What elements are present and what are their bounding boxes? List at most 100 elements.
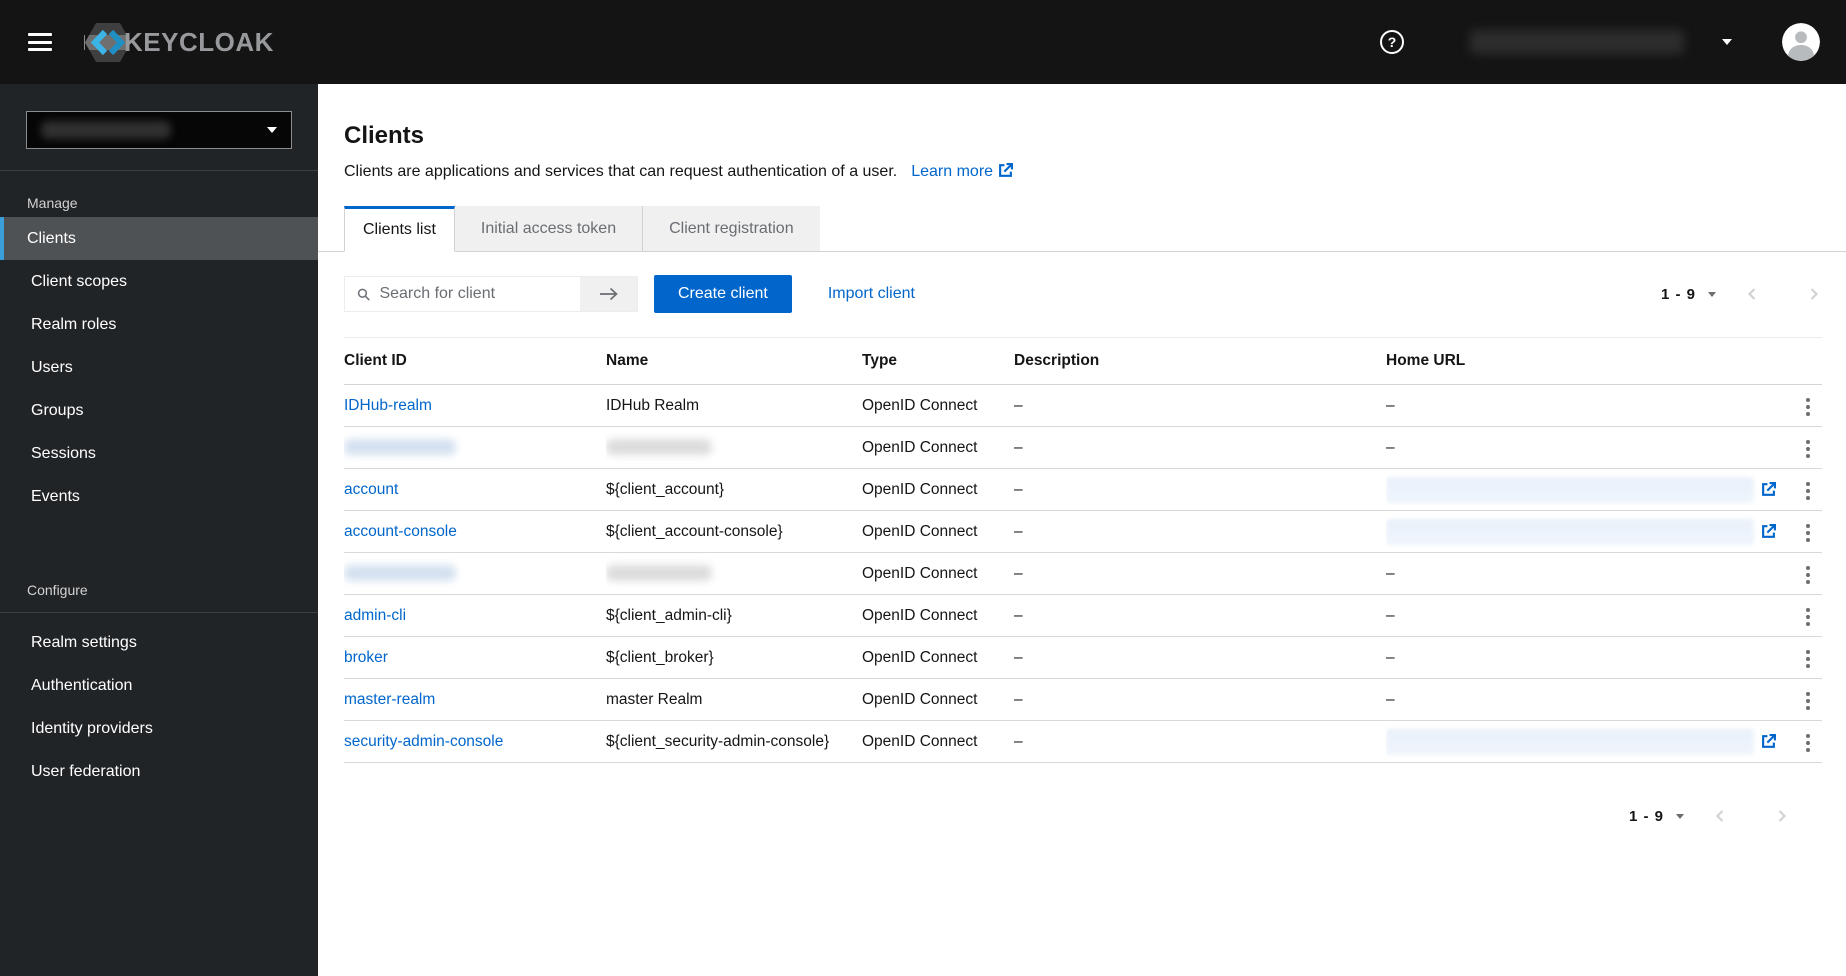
nav-section-label: Configure: [0, 568, 318, 613]
cell-actions: [1786, 384, 1822, 427]
sidebar-item-user-federation[interactable]: User federation: [0, 750, 318, 793]
sidebar-item-sessions[interactable]: Sessions: [0, 432, 318, 475]
row-kebab-menu-button[interactable]: [1804, 392, 1812, 422]
external-link-icon: [1762, 734, 1776, 748]
redacted-client-id-link[interactable]: [344, 439, 456, 456]
cell-name: ${client_account}: [606, 468, 862, 511]
cell-name: [606, 426, 862, 469]
client-id-link[interactable]: master-realm: [344, 691, 435, 708]
pagination-range-toggle[interactable]: 1 - 9: [1661, 286, 1716, 303]
hamburger-menu-icon[interactable]: [28, 33, 52, 51]
search-submit-button[interactable]: [580, 277, 637, 311]
redacted-client-id-link[interactable]: [344, 565, 456, 582]
cell-name: ${client_security-admin-console}: [606, 720, 862, 763]
cell-name: master Realm: [606, 678, 862, 721]
table-row: OpenID Connect – –: [344, 426, 1822, 469]
sidebar-item-events[interactable]: Events: [0, 475, 318, 518]
arrow-right-icon: [599, 287, 618, 301]
realm-selector-dropdown[interactable]: [26, 111, 292, 149]
keycloak-admin-console: KEYCLOAK ? Manage Clients Client scopes Rea…: [0, 0, 1846, 976]
caret-down-icon: [1676, 813, 1684, 819]
pagination-next-button[interactable]: [1806, 285, 1822, 303]
cell-home-url: –: [1386, 384, 1786, 427]
cell-name: [606, 552, 862, 595]
client-id-link[interactable]: account-console: [344, 523, 457, 540]
cell-actions: [1786, 678, 1822, 721]
pagination-range: 1 - 9: [1660, 285, 1696, 303]
column-header-type: Type: [862, 337, 1014, 385]
nav-section-configure: Configure Realm settings Authentication Ide…: [0, 568, 318, 793]
sidebar-item-authentication[interactable]: Authentication: [0, 664, 318, 707]
tab-initial-access-token[interactable]: Initial access token: [454, 206, 643, 252]
table-header-row: Client ID Name Type Description Home URL: [344, 337, 1822, 385]
row-kebab-menu-button[interactable]: [1804, 560, 1812, 590]
redacted-home-url: [1386, 476, 1754, 503]
home-url-link[interactable]: [1386, 476, 1776, 503]
toolbar: Create client Import client 1 - 9: [318, 252, 1846, 313]
tab-client-registration[interactable]: Client registration: [642, 206, 820, 252]
row-kebab-menu-button[interactable]: [1804, 602, 1812, 632]
search-input[interactable]: [379, 285, 572, 303]
user-menu-dropdown[interactable]: [1470, 30, 1732, 54]
sidebar-item-client-scopes[interactable]: Client scopes: [0, 260, 318, 303]
chevron-left-icon: [1747, 288, 1756, 300]
clients-table: Client ID Name Type Description Home URL IDH…: [344, 337, 1822, 763]
cell-actions: [1786, 636, 1822, 679]
cell-client-id: account-console: [344, 510, 606, 553]
home-url-link[interactable]: [1386, 518, 1776, 545]
pagination-range-toggle[interactable]: 1 - 9: [1629, 808, 1684, 825]
page-description: Clients are applications and services th…: [344, 163, 1822, 181]
help-icon[interactable]: ?: [1380, 30, 1404, 54]
table-row: account ${client_account} OpenID Connect –: [344, 468, 1822, 511]
cell-client-id: admin-cli: [344, 594, 606, 637]
client-id-link[interactable]: security-admin-console: [344, 733, 503, 750]
cell-type: OpenID Connect: [862, 384, 1014, 427]
client-id-link[interactable]: admin-cli: [344, 607, 406, 624]
sidebar-item-groups[interactable]: Groups: [0, 389, 318, 432]
pagination-prev-button[interactable]: [1744, 285, 1760, 303]
client-id-link[interactable]: broker: [344, 649, 388, 666]
pagination-next-button[interactable]: [1774, 807, 1790, 825]
masthead-right: ?: [1380, 23, 1820, 61]
cell-client-id: broker: [344, 636, 606, 679]
keycloak-logo[interactable]: KEYCLOAK: [84, 22, 274, 63]
user-avatar[interactable]: [1782, 23, 1820, 61]
table-row: IDHub-realm IDHub Realm OpenID Connect – –: [344, 384, 1822, 427]
row-kebab-menu-button[interactable]: [1804, 644, 1812, 674]
column-header-home-url: Home URL: [1386, 337, 1786, 385]
sidebar-item-identity-providers[interactable]: Identity providers: [0, 707, 318, 750]
cell-type: OpenID Connect: [862, 468, 1014, 511]
sidebar-item-clients[interactable]: Clients: [0, 217, 318, 260]
row-kebab-menu-button[interactable]: [1804, 476, 1812, 506]
row-kebab-menu-button[interactable]: [1804, 686, 1812, 716]
cell-client-id: account: [344, 468, 606, 511]
client-id-link[interactable]: IDHub-realm: [344, 397, 432, 414]
sidebar-item-realm-roles[interactable]: Realm roles: [0, 303, 318, 346]
create-client-button[interactable]: Create client: [654, 275, 792, 313]
cell-type: OpenID Connect: [862, 594, 1014, 637]
redacted-home-url: [1386, 728, 1754, 755]
column-header-client-id: Client ID: [344, 337, 606, 385]
sidebar: Manage Clients Client scopes Realm roles Use…: [0, 84, 318, 976]
client-id-link[interactable]: account: [344, 481, 398, 498]
row-kebab-menu-button[interactable]: [1804, 728, 1812, 758]
row-kebab-menu-button[interactable]: [1804, 434, 1812, 464]
cell-description: –: [1014, 510, 1386, 553]
learn-more-link[interactable]: Learn more: [911, 163, 1014, 180]
cell-name: ${client_broker}: [606, 636, 862, 679]
redacted-name: [606, 565, 712, 582]
sidebar-item-realm-settings[interactable]: Realm settings: [0, 621, 318, 664]
redacted-home-url: [1386, 518, 1754, 545]
cell-client-id: [344, 552, 606, 595]
cell-client-id: master-realm: [344, 678, 606, 721]
table-row: security-admin-console ${client_security-…: [344, 720, 1822, 763]
sidebar-item-users[interactable]: Users: [0, 346, 318, 389]
home-url-link[interactable]: [1386, 728, 1776, 755]
tab-clients-list[interactable]: Clients list: [344, 206, 455, 252]
row-kebab-menu-button[interactable]: [1804, 518, 1812, 548]
import-client-link[interactable]: Import client: [828, 285, 915, 303]
cell-description: –: [1014, 384, 1386, 427]
cell-home-url: –: [1386, 594, 1786, 637]
cell-description: –: [1014, 468, 1386, 511]
pagination-prev-button[interactable]: [1712, 807, 1728, 825]
